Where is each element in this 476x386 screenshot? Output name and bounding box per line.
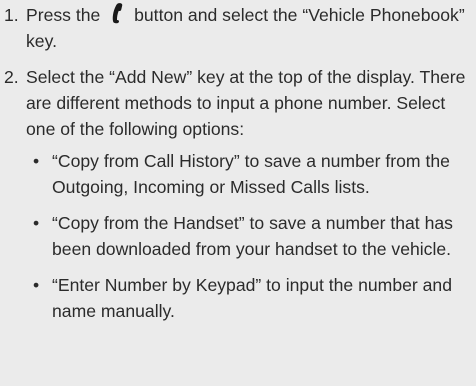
step-1-number: 1. <box>4 5 19 25</box>
option-text: “Copy from Call History” to save a numbe… <box>52 151 450 197</box>
option-copy-from-handset: • “Copy from the Handset” to save a numb… <box>26 210 472 262</box>
step-2-text: Select the “Add New” key at the top of t… <box>26 67 466 139</box>
option-text: “Copy from the Handset” to save a number… <box>52 213 453 259</box>
bullet-marker: • <box>33 213 40 233</box>
step-1-text-before-icon: Press the <box>26 5 101 25</box>
instructions: 1. Press the button and select the “Vehi… <box>0 2 476 324</box>
bullet-marker: • <box>33 151 40 171</box>
option-enter-number-by-keypad: • “Enter Number by Keypad” to input the … <box>26 272 472 324</box>
bullet-marker: • <box>33 275 40 295</box>
step-2-number: 2. <box>4 67 19 87</box>
step-2: 2. Select the “Add New” key at the top o… <box>0 64 476 324</box>
step-1: 1. Press the button and select the “Vehi… <box>0 2 476 54</box>
option-text: “Enter Number by Keypad” to input the nu… <box>52 275 452 321</box>
option-copy-from-call-history: • “Copy from Call History” to save a num… <box>26 148 472 200</box>
option-list: • “Copy from Call History” to save a num… <box>26 148 472 324</box>
phone-handset-icon <box>107 2 127 24</box>
